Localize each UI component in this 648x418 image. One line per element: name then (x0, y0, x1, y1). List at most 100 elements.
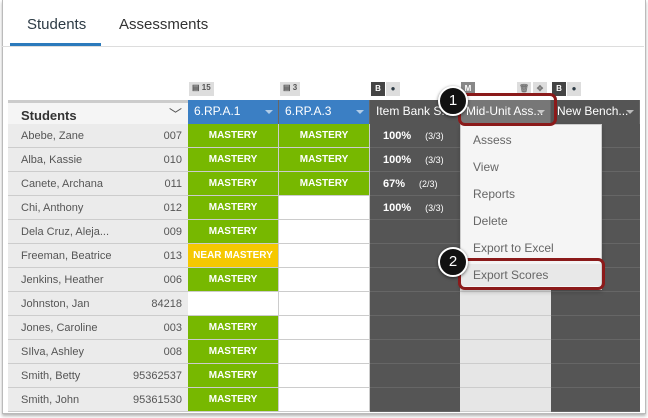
new-bench-score-cell[interactable] (551, 292, 640, 316)
student-row[interactable]: Johnston, Jan 84218 (8, 292, 188, 316)
highlight-box (458, 93, 557, 126)
menu-item-view[interactable]: View (473, 160, 499, 174)
column-header-label: 6.RP.A.3 (285, 104, 332, 118)
score-cell[interactable] (279, 196, 370, 220)
menu-item-assess[interactable]: Assess (473, 133, 512, 147)
score-percent: 100% (383, 129, 412, 142)
mid-unit-score-cell[interactable] (460, 340, 551, 364)
score-cell[interactable]: MASTERY (279, 148, 370, 172)
student-row[interactable]: SIlva, Ashley 008 (8, 340, 188, 364)
student-row[interactable]: Freeman, Beatrice 013 (8, 244, 188, 268)
item-bank-score-cell[interactable]: 100% (3/3) (370, 124, 460, 148)
column-header[interactable]: 6.RP.A.3 (279, 100, 370, 124)
item-bank-score-cell[interactable]: 67% (2/3) (370, 172, 460, 196)
caret-down-icon[interactable] (356, 110, 364, 114)
score-percent: 100% (383, 201, 412, 214)
menu-item-delete[interactable]: Delete (473, 214, 508, 228)
tab-students[interactable]: Students (27, 16, 86, 33)
student-row[interactable]: Smith, Betty 95362537 (8, 364, 188, 388)
student-name: Alba, Kassie (21, 153, 83, 166)
tab-assessments[interactable]: Assessments (119, 16, 208, 33)
item-bank-score-cell[interactable] (370, 364, 460, 388)
student-id: 95361530 (133, 393, 182, 406)
score-percent: 67% (383, 177, 406, 190)
mid-unit-score-cell[interactable] (460, 292, 551, 316)
student-name: Abebe, Zane (21, 129, 84, 142)
column-header-label: 6.RP.A.1 (194, 104, 241, 118)
item-bank-score-cell[interactable] (370, 220, 460, 244)
item-bank-score-cell[interactable] (370, 316, 460, 340)
score-cell[interactable]: MASTERY (188, 148, 279, 172)
highlight-box (458, 258, 605, 290)
student-name: Canete, Archana (21, 177, 103, 190)
check-icon: ● (567, 82, 581, 96)
student-row[interactable]: Abebe, Zane 007 (8, 124, 188, 148)
score-fraction: (3/3) (425, 202, 444, 213)
tab-divider (2, 46, 644, 47)
mid-unit-score-cell[interactable] (460, 316, 551, 340)
chevron-down-icon[interactable]: ﹀ (169, 104, 182, 123)
score-cell[interactable]: MASTERY (188, 268, 279, 292)
score-cell[interactable]: MASTERY (279, 172, 370, 196)
score-cell[interactable] (279, 364, 370, 388)
caret-down-icon[interactable] (265, 110, 273, 114)
new-bench-score-cell[interactable] (551, 388, 640, 412)
menu-item-reports[interactable]: Reports (473, 187, 515, 201)
student-id: 010 (163, 153, 182, 166)
mid-unit-score-cell[interactable] (460, 364, 551, 388)
column-header[interactable]: 6.RP.A.1 (188, 100, 279, 124)
column-header[interactable]: New Bench... (551, 100, 640, 124)
score-cell[interactable]: MASTERY (188, 316, 279, 340)
new-bench-score-cell[interactable] (551, 316, 640, 340)
student-name: Jones, Caroline (21, 321, 98, 334)
score-fraction: (3/3) (425, 154, 444, 165)
score-cell[interactable] (279, 268, 370, 292)
student-row[interactable]: Chi, Anthony 012 (8, 196, 188, 220)
item-bank-score-cell[interactable] (370, 292, 460, 316)
score-cell[interactable]: MASTERY (188, 388, 279, 412)
column-header-label: New Bench... (557, 104, 629, 118)
student-row[interactable]: Jones, Caroline 003 (8, 316, 188, 340)
student-name: Smith, John (21, 393, 80, 406)
score-cell[interactable] (279, 220, 370, 244)
item-bank-type-badge: B (371, 82, 385, 96)
students-column-header[interactable]: Students ﹀ (8, 100, 188, 124)
score-cell[interactable] (188, 292, 279, 316)
student-row[interactable]: Canete, Archana 011 (8, 172, 188, 196)
caret-down-icon[interactable] (626, 110, 634, 114)
score-cell[interactable] (279, 244, 370, 268)
score-cell[interactable]: MASTERY (188, 364, 279, 388)
score-cell[interactable]: MASTERY (279, 124, 370, 148)
item-bank-score-cell[interactable] (370, 340, 460, 364)
student-id: 003 (163, 321, 182, 334)
score-cell[interactable] (279, 388, 370, 412)
student-name: Jenkins, Heather (21, 273, 104, 286)
student-row[interactable]: Alba, Kassie 010 (8, 148, 188, 172)
score-cell[interactable]: MASTERY (188, 172, 279, 196)
student-row[interactable]: Smith, John 95361530 (8, 388, 188, 412)
item-bank-score-cell[interactable]: 100% (3/3) (370, 148, 460, 172)
score-cell[interactable] (279, 292, 370, 316)
score-cell[interactable] (279, 316, 370, 340)
score-cell[interactable]: NEAR MASTERY (188, 244, 279, 268)
item-bank-score-cell[interactable]: 100% (3/3) (370, 196, 460, 220)
student-row[interactable]: Jenkins, Heather 006 (8, 268, 188, 292)
student-id: 95362537 (133, 369, 182, 382)
score-cell[interactable]: MASTERY (188, 340, 279, 364)
student-name: Johnston, Jan (21, 297, 90, 310)
student-row[interactable]: Dela Cruz, Aleja... 009 (8, 220, 188, 244)
student-id: 009 (163, 225, 182, 238)
student-name: Smith, Betty (21, 369, 81, 382)
student-id: 006 (163, 273, 182, 286)
item-bank-score-cell[interactable] (370, 388, 460, 412)
student-id: 012 (163, 201, 182, 214)
new-bench-score-cell[interactable] (551, 340, 640, 364)
score-cell[interactable]: MASTERY (188, 220, 279, 244)
new-bench-score-cell[interactable] (551, 364, 640, 388)
score-percent: 100% (383, 153, 412, 166)
menu-item-export-to-excel[interactable]: Export to Excel (473, 241, 554, 255)
score-cell[interactable] (279, 340, 370, 364)
score-cell[interactable]: MASTERY (188, 124, 279, 148)
score-cell[interactable]: MASTERY (188, 196, 279, 220)
mid-unit-score-cell[interactable] (460, 388, 551, 412)
